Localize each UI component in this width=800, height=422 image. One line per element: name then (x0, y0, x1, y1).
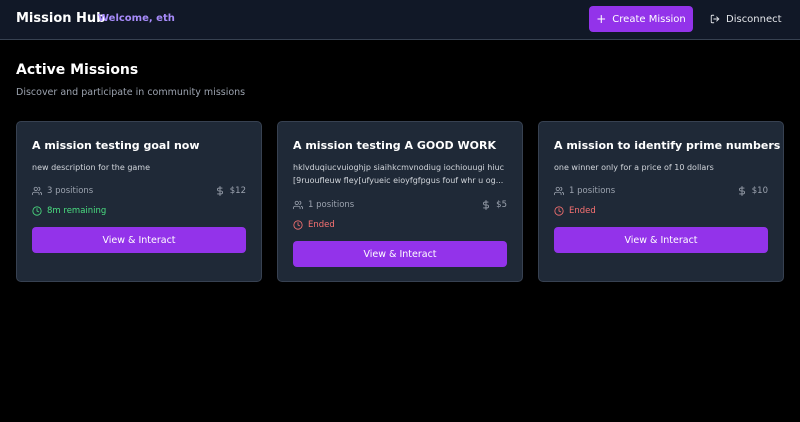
clock-icon (293, 220, 303, 230)
clock-icon (554, 206, 564, 216)
mission-description: new description for the game (32, 163, 151, 172)
page-subtitle: Discover and participate in community mi… (16, 87, 246, 98)
create-mission-button[interactable]: + Create Mission (589, 6, 693, 32)
mission-meta: 1 positions $5 (293, 199, 507, 211)
mission-card: A mission to identify prime numbers one … (538, 121, 784, 282)
top-bar: Mission Hub Welcome, eth + Create Missio… (0, 0, 800, 40)
mission-status: Ended (554, 205, 596, 217)
mission-card: A mission testing goal now new descripti… (16, 121, 262, 282)
view-interact-button[interactable]: View & Interact (32, 227, 246, 253)
dollar-icon (737, 186, 747, 196)
welcome-text: Welcome, eth (98, 13, 175, 24)
mission-description: one winner only for a price of 10 dollar… (554, 163, 714, 172)
mission-status: 8m remaining (32, 205, 106, 217)
clock-icon (32, 206, 42, 216)
status-text: Ended (569, 206, 596, 216)
plus-icon: + (596, 12, 607, 26)
view-interact-button[interactable]: View & Interact (293, 241, 507, 267)
users-icon (32, 186, 42, 196)
users-icon (293, 200, 303, 210)
dollar-icon (481, 200, 491, 210)
disconnect-button[interactable]: Disconnect (710, 6, 782, 32)
positions-count: 1 positions (308, 200, 355, 210)
page-title: Active Missions (16, 62, 139, 78)
app-title: Mission Hub (16, 11, 106, 26)
mission-title: A mission testing goal now (32, 139, 200, 152)
mission-status: Ended (293, 219, 335, 231)
mission-price: $5 (496, 200, 507, 210)
view-interact-button[interactable]: View & Interact (554, 227, 768, 253)
mission-description: hklvduqiucvuioghjp siaihkcmvnodiug iochi… (293, 163, 505, 185)
disconnect-label: Disconnect (726, 13, 782, 25)
mission-price: $12 (229, 186, 246, 196)
dollar-icon (215, 186, 225, 196)
mission-meta: 1 positions $10 (554, 185, 768, 197)
create-mission-label: Create Mission (612, 13, 686, 25)
users-icon (554, 186, 564, 196)
mission-price: $10 (751, 186, 768, 196)
positions-count: 1 positions (569, 186, 616, 196)
status-text: 8m remaining (47, 206, 107, 216)
mission-title: A mission to identify prime numbers (554, 139, 781, 152)
logout-icon (710, 14, 720, 24)
mission-title: A mission testing A GOOD WORK (293, 139, 497, 152)
mission-meta: 3 positions $12 (32, 185, 246, 197)
positions-count: 3 positions (47, 186, 94, 196)
mission-card: A mission testing A GOOD WORK hklvduqiuc… (277, 121, 523, 282)
status-text: Ended (308, 220, 335, 230)
